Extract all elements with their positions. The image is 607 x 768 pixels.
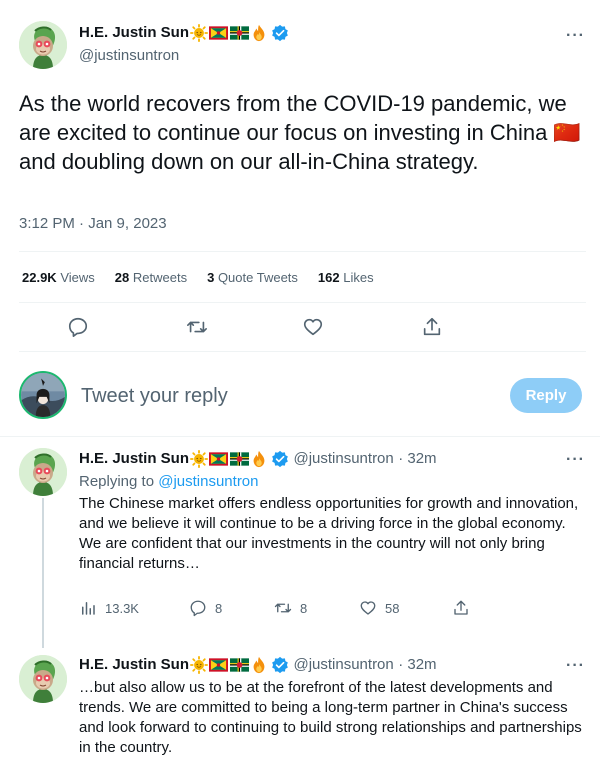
views-stat[interactable]: 22.9K Views <box>22 270 95 285</box>
reply-author-handle[interactable]: @justinsuntron <box>293 656 393 673</box>
author-avatar-image <box>19 21 67 69</box>
fire-emoji-icon <box>250 656 268 674</box>
replying-to-handle[interactable]: @justinsuntron <box>158 473 258 490</box>
tweet-text: As the world recovers from the COVID-19 … <box>19 91 581 174</box>
more-options-icon[interactable]: ··· <box>566 27 585 45</box>
author-name[interactable]: H.E. Justin Sun <box>79 24 189 41</box>
verified-badge-icon <box>271 656 289 674</box>
reply-header: H.E. Justin Sun @justinsuntron · 32m <box>79 656 437 674</box>
verified-badge-icon <box>271 450 289 468</box>
views-count: 13.3K <box>105 600 139 616</box>
reply-author-avatar[interactable] <box>19 448 67 496</box>
reply-action[interactable]: 8 <box>189 599 222 617</box>
divider <box>19 351 586 352</box>
views-action[interactable]: 13.3K <box>79 599 139 617</box>
current-user-avatar-image <box>21 373 65 417</box>
dominica-flag-icon <box>230 658 249 672</box>
reply-author-avatar-image <box>19 655 67 703</box>
likes-count: 162 <box>317 270 340 285</box>
quotes-label: Quote Tweets <box>217 270 298 285</box>
tweet-stats: 22.9K Views 28 Retweets 3 Quote Tweets 1… <box>22 270 374 285</box>
reply-count: 8 <box>215 600 223 616</box>
like-icon[interactable] <box>302 316 324 338</box>
retweet-icon[interactable] <box>186 316 208 338</box>
retweets-count: 28 <box>114 270 130 285</box>
author-handle[interactable]: @justinsuntron <box>79 47 179 64</box>
reply-header: H.E. Justin Sun @justinsuntron · 32m <box>79 450 437 468</box>
divider <box>19 251 586 252</box>
reply-time[interactable]: · 32m <box>398 656 436 673</box>
sun-emoji-icon <box>190 656 208 674</box>
reply-author-name[interactable]: H.E. Justin Sun <box>79 656 189 673</box>
share-icon[interactable] <box>421 316 443 338</box>
reply-time[interactable]: · 32m <box>398 450 436 467</box>
thread-connector-line <box>42 498 44 648</box>
tweet-timestamp[interactable]: 3:12 PM · Jan 9, 2023 <box>19 215 167 232</box>
reply-author-handle[interactable]: @justinsuntron <box>293 450 393 467</box>
grenada-flag-icon <box>209 26 228 40</box>
likes-stat[interactable]: 162 Likes <box>318 270 374 285</box>
replying-to: Replying to @justinsuntron <box>79 473 259 490</box>
reply-author-name[interactable]: H.E. Justin Sun <box>79 450 189 467</box>
analytics-icon <box>82 602 95 615</box>
reply-text: The Chinese market offers endless opport… <box>79 495 579 572</box>
grenada-flag-icon <box>209 452 228 466</box>
grenada-flag-icon <box>209 658 228 672</box>
views-label: Views <box>60 270 95 285</box>
author-avatar[interactable] <box>19 21 67 69</box>
author-name-row: H.E. Justin Sun <box>79 24 289 42</box>
divider <box>19 302 586 303</box>
quote-tweets-stat[interactable]: 3 Quote Tweets <box>207 270 298 285</box>
quotes-count: 3 <box>207 270 215 285</box>
more-options-icon[interactable]: ··· <box>566 657 585 675</box>
retweets-label: Retweets <box>132 270 188 285</box>
reply-icon <box>190 600 206 617</box>
retweets-stat[interactable]: 28 Retweets <box>115 270 187 285</box>
reply-icon[interactable] <box>67 316 89 338</box>
share-icon[interactable] <box>452 599 470 617</box>
verified-badge-icon <box>271 24 289 42</box>
retweet-action[interactable]: 8 <box>274 599 307 617</box>
dominica-flag-icon <box>230 452 249 466</box>
reply-text: …but also allow us to be at the forefron… <box>79 679 582 756</box>
likes-label: Likes <box>343 270 374 285</box>
dominica-flag-icon <box>230 26 249 40</box>
retweet-count: 8 <box>300 600 308 616</box>
reply-button[interactable]: Reply <box>510 378 582 413</box>
more-options-icon[interactable]: ··· <box>566 451 585 469</box>
sun-emoji-icon <box>190 24 208 42</box>
reply-author-avatar[interactable] <box>19 655 67 703</box>
replying-to-label: Replying to <box>79 473 155 490</box>
views-count: 22.9K <box>22 270 57 285</box>
fire-emoji-icon <box>250 450 268 468</box>
reply-author-avatar-image <box>19 448 67 496</box>
reply-input[interactable]: Tweet your reply <box>81 385 228 408</box>
fire-emoji-icon <box>250 24 268 42</box>
like-count: 58 <box>385 600 400 616</box>
retweet-icon <box>274 603 292 613</box>
like-action[interactable]: 58 <box>359 599 399 617</box>
divider <box>0 436 600 437</box>
like-icon <box>360 601 376 615</box>
sun-emoji-icon <box>190 450 208 468</box>
current-user-avatar[interactable] <box>19 371 67 419</box>
